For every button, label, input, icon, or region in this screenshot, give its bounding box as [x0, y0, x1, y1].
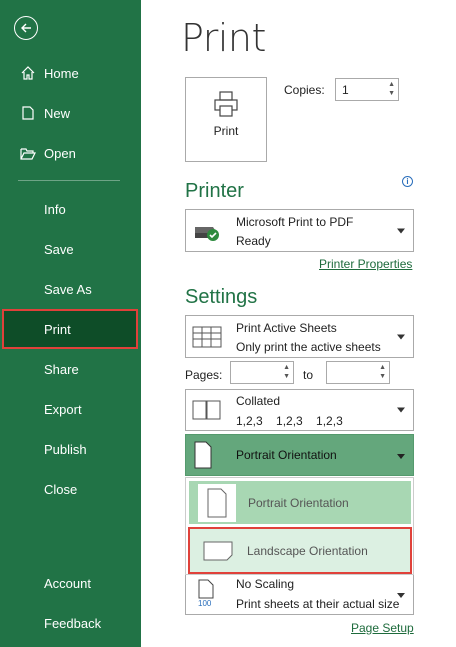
sidebar-item-new[interactable]: New — [0, 93, 141, 133]
scaling-page-icon — [198, 579, 214, 599]
sidebar-item-open[interactable]: Open — [0, 133, 141, 173]
sidebar-item-label: Save As — [44, 281, 92, 297]
orientation-option-label: Landscape Orientation — [247, 543, 368, 558]
sidebar-item-label: Info — [44, 201, 66, 217]
chevron-down-icon — [397, 593, 405, 598]
portrait-page-icon — [198, 483, 236, 522]
scaling-subtitle: Print sheets at their actual size — [236, 597, 400, 611]
sidebar-item-export[interactable]: Export — [0, 389, 141, 429]
print-button[interactable]: Print — [185, 77, 267, 162]
sidebar-item-label: Account — [44, 575, 91, 591]
copies-label: Copies: — [284, 83, 325, 97]
collation-select[interactable]: Collated 1,2,3 1,2,3 1,2,3 — [185, 389, 414, 431]
printer-icon — [214, 91, 238, 117]
scaling-select[interactable]: 100 No Scaling Print sheets at their act… — [185, 575, 414, 615]
sidebar-item-label: Home — [44, 65, 79, 81]
info-icon[interactable]: i — [402, 176, 413, 187]
settings-section-title: Settings — [185, 286, 258, 308]
pages-from-input[interactable]: ▲ ▼ — [230, 361, 294, 384]
orientation-select[interactable]: Portrait Orientation — [185, 434, 414, 476]
pages-to-label: to — [303, 368, 314, 382]
printer-select[interactable]: Microsoft Print to PDF Ready — [185, 209, 414, 252]
print-what-select[interactable]: Print Active Sheets Only print the activ… — [185, 315, 414, 358]
printer-device-icon — [195, 226, 219, 241]
copies-input[interactable]: 1 ▲ ▼ — [335, 78, 399, 101]
scaling-title: No Scaling — [236, 577, 295, 591]
chevron-down-icon — [397, 334, 405, 339]
sidebar-item-label: Feedback — [44, 615, 102, 631]
sidebar-item-label: Save — [44, 241, 74, 257]
orientation-option-label: Portrait Orientation — [248, 495, 349, 510]
backstage-sidebar: Home New Open Info Save Save As Print Sh… — [0, 0, 141, 647]
pages-to-spinner[interactable]: ▲ ▼ — [379, 363, 386, 381]
print-button-label: Print — [213, 124, 239, 138]
home-icon — [18, 66, 38, 80]
sidebar-item-label: Export — [44, 401, 82, 417]
sidebar-item-info[interactable]: Info — [0, 189, 141, 229]
orientation-option-portrait[interactable]: Portrait Orientation — [189, 481, 411, 524]
pages-from-spinner[interactable]: ▲ ▼ — [283, 363, 290, 381]
chevron-down-icon — [397, 228, 405, 233]
copies-value: 1 — [342, 83, 349, 97]
sidebar-item-print[interactable]: Print — [2, 309, 138, 349]
pages-label: Pages: — [185, 368, 223, 382]
back-arrow-icon[interactable] — [14, 16, 38, 40]
sidebar-item-label: Print — [44, 321, 71, 337]
portrait-page-icon — [194, 441, 212, 469]
orientation-option-landscape[interactable]: Landscape Orientation — [188, 527, 412, 574]
sheet-grid-icon — [192, 326, 222, 347]
sidebar-item-publish[interactable]: Publish — [0, 429, 141, 469]
page-title: Print — [181, 16, 266, 60]
sidebar-item-save-as[interactable]: Save As — [0, 269, 141, 309]
printer-name: Microsoft Print to PDF — [236, 215, 354, 229]
sidebar-item-label: Open — [44, 145, 76, 161]
sidebar-item-label: Share — [44, 361, 79, 377]
sidebar-item-feedback[interactable]: Feedback — [0, 603, 141, 643]
sidebar-item-close[interactable]: Close — [0, 469, 141, 509]
sidebar-item-label: New — [44, 105, 71, 121]
printer-section-title: Printer — [185, 180, 244, 202]
sidebar-divider — [18, 180, 120, 181]
collation-subtitle: 1,2,3 1,2,3 1,2,3 — [236, 414, 343, 428]
print-what-title: Print Active Sheets — [236, 321, 337, 335]
orientation-selected-label: Portrait Orientation — [236, 448, 337, 462]
copies-spinner[interactable]: ▲ ▼ — [388, 80, 395, 98]
collated-pages-icon — [192, 400, 221, 420]
chevron-down-icon — [397, 407, 405, 413]
folder-open-icon — [18, 147, 38, 160]
chevron-down-icon — [397, 454, 405, 459]
page-setup-link[interactable]: Page Setup — [351, 621, 414, 635]
pages-to-input[interactable]: ▲ ▼ — [326, 361, 390, 384]
sidebar-item-label: Close — [44, 481, 78, 497]
new-document-icon — [18, 106, 38, 120]
sidebar-item-label: Publish — [44, 441, 87, 457]
sidebar-item-account[interactable]: Account — [0, 563, 141, 603]
collation-title: Collated — [236, 394, 281, 408]
sidebar-item-save[interactable]: Save — [0, 229, 141, 269]
printer-status: Ready — [236, 234, 271, 248]
landscape-page-icon — [203, 541, 233, 560]
scaling-icon-text: 100 — [198, 599, 212, 608]
printer-properties-link[interactable]: Printer Properties — [319, 257, 412, 271]
print-pane: Print Print Copies: 1 ▲ ▼ Printer i Micro… — [141, 0, 456, 647]
sidebar-item-home[interactable]: Home — [0, 53, 141, 93]
sidebar-item-share[interactable]: Share — [0, 349, 141, 389]
print-what-subtitle: Only print the active sheets — [236, 340, 381, 354]
orientation-menu: Portrait Orientation Landscape Orientati… — [185, 477, 414, 575]
